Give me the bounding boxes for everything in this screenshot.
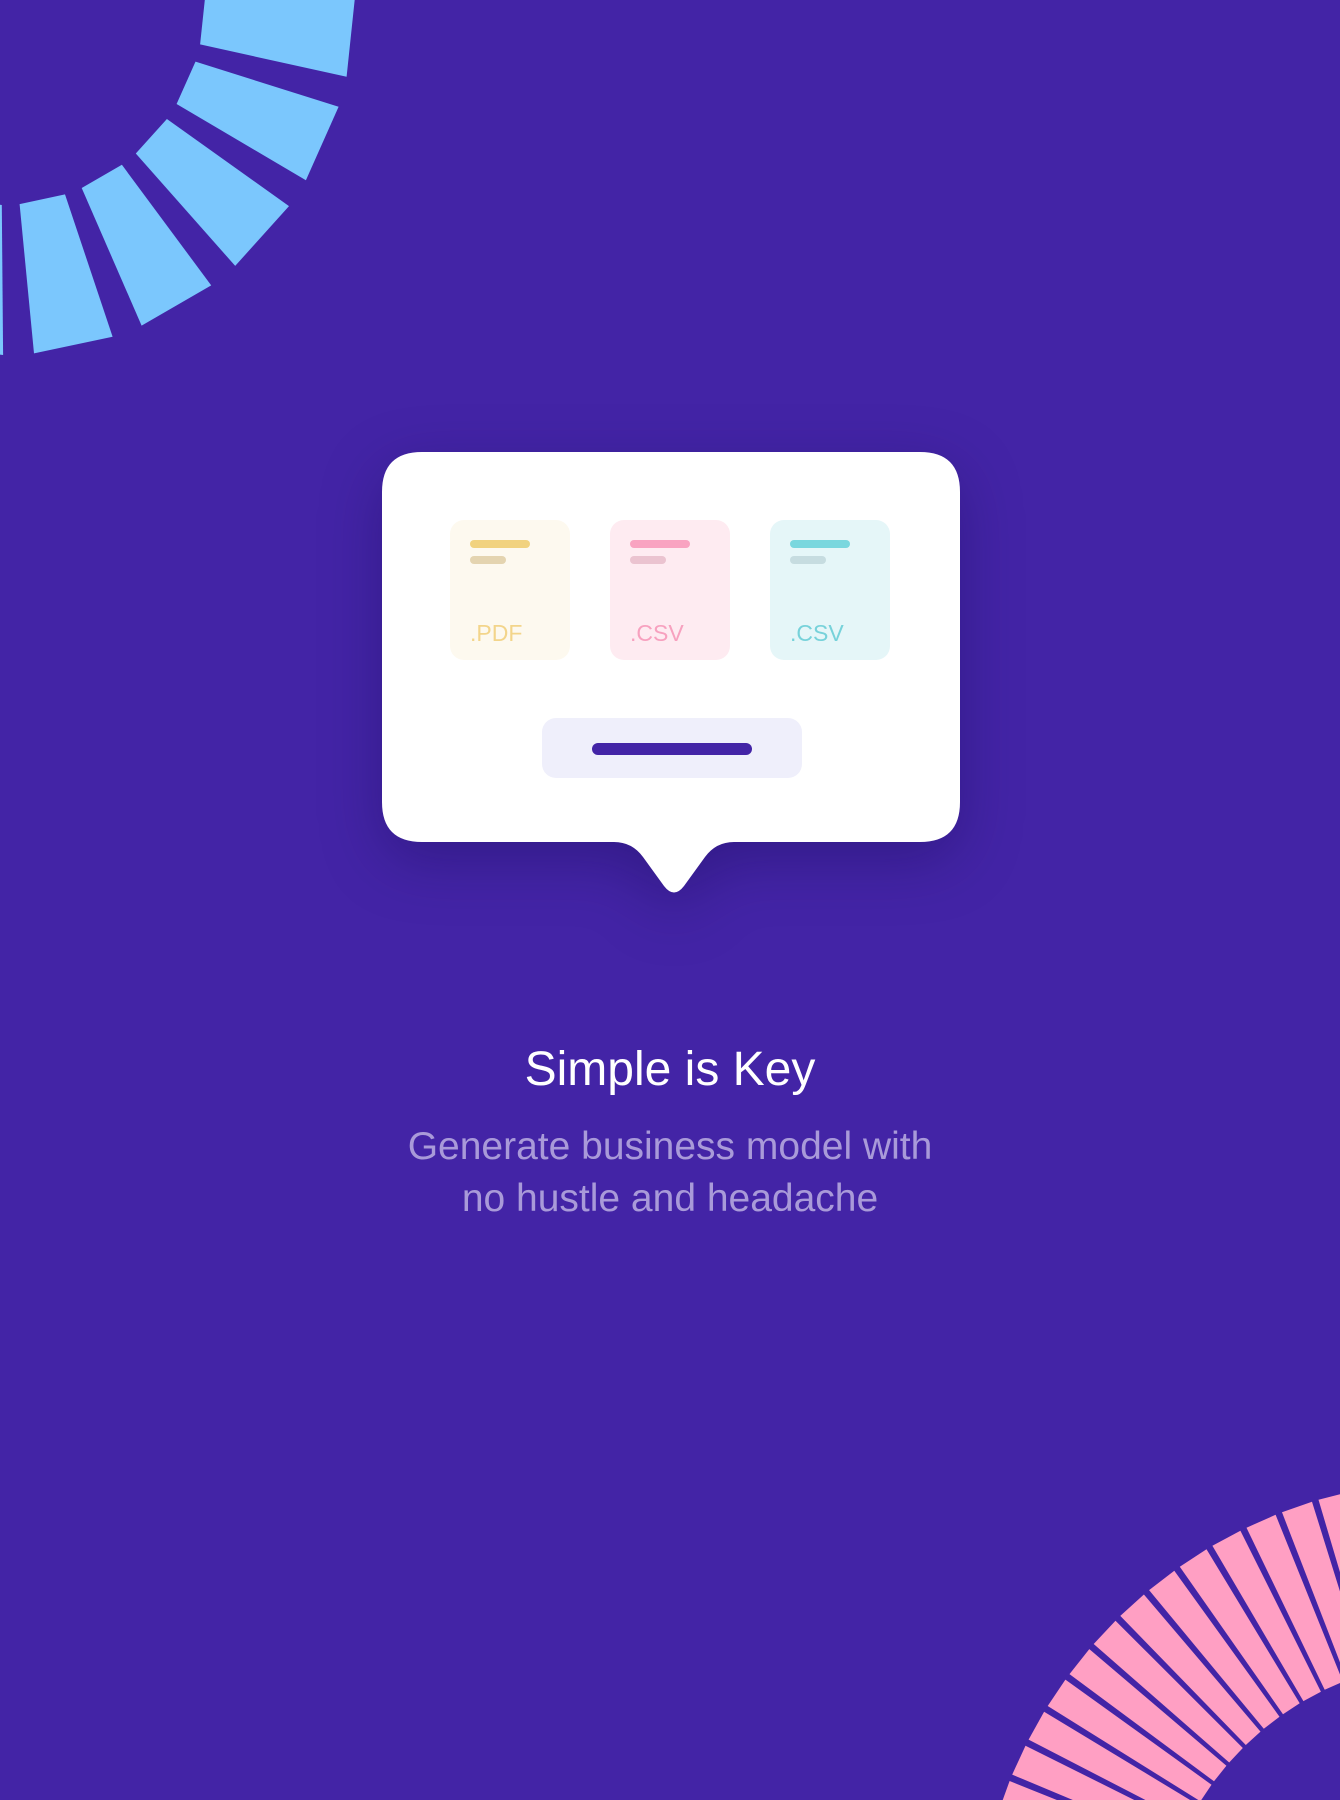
blue-ray — [0, 204, 4, 355]
pdf-file-icon: .PDF — [450, 520, 570, 660]
file-extension-label: .PDF — [470, 620, 523, 646]
file-extension-label: .CSV — [630, 620, 684, 646]
blue-ray-decoration — [0, 0, 355, 355]
button-label-placeholder — [592, 743, 752, 755]
subtitle-line: Generate business model with — [407, 1125, 933, 1168]
blue-ray — [200, 0, 355, 77]
upload-illustration: .PDF .CSV .CSV — [382, 452, 960, 930]
csv-file-icon: .CSV — [610, 520, 730, 660]
file-extension-label: .CSV — [790, 620, 844, 646]
onboarding-title: Simple is Key — [524, 1043, 816, 1096]
subtitle-line: no hustle and headache — [461, 1177, 879, 1220]
csv-file-icon: .CSV — [770, 520, 890, 660]
onboarding-subtitle: Generate business model with no hustle a… — [370, 1121, 970, 1225]
generate-button-placeholder — [542, 718, 802, 778]
pink-ray-decoration — [1002, 1494, 1340, 1800]
